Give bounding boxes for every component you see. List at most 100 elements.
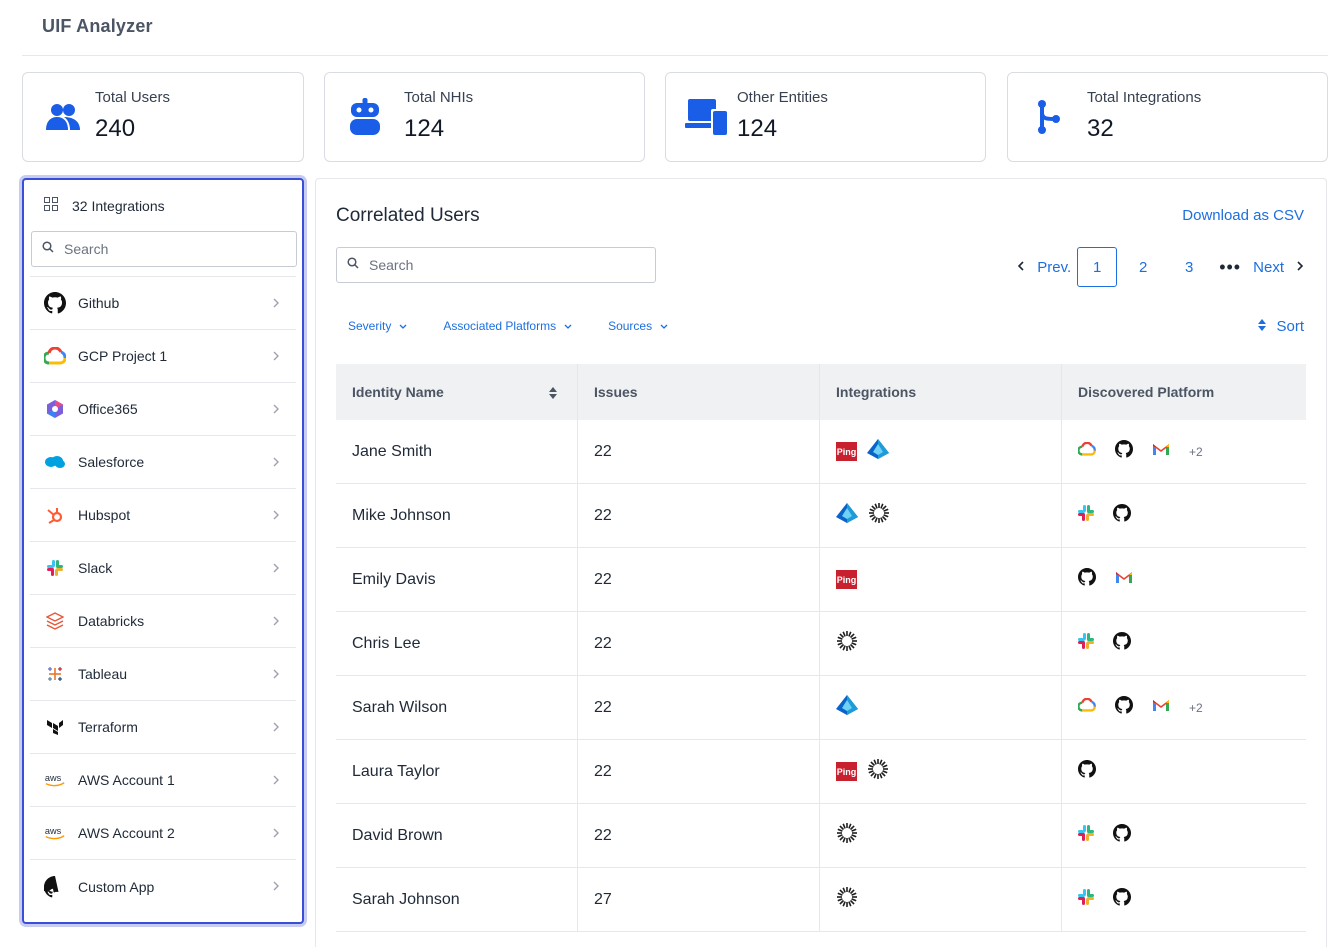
sidebar-item-aws-account-1[interactable]: aws AWS Account 1 <box>30 754 296 807</box>
github-icon <box>1113 888 1131 911</box>
column-label: Identity Name <box>352 384 444 400</box>
sidebar-item-slack[interactable]: Slack <box>30 542 296 595</box>
integration-icons <box>836 695 858 720</box>
table-row[interactable]: Jane Smith 22 Ping +2 <box>336 419 1306 484</box>
identity-name-cell[interactable]: David Brown <box>336 803 578 868</box>
sidebar-item-github[interactable]: Github <box>30 277 296 330</box>
chevron-left-icon <box>1017 259 1025 276</box>
chevron-right-icon <box>272 455 280 473</box>
sidebar-search[interactable] <box>31 231 297 267</box>
sidebar-item-label: Terraform <box>78 719 138 735</box>
stat-value: 240 <box>95 115 136 142</box>
download-csv-link[interactable]: Download as CSV <box>1182 207 1304 224</box>
azure-ad-icon <box>836 695 858 720</box>
sidebar-item-label: Hubspot <box>78 507 131 523</box>
sidebar-item-office365[interactable]: Office365 <box>30 383 296 436</box>
ping-identity-icon: Ping <box>836 570 857 589</box>
gmail-icon <box>1115 570 1133 589</box>
sidebar-item-databricks[interactable]: Databricks <box>30 595 296 648</box>
integration-icons: Ping <box>836 439 889 464</box>
page-1-button[interactable]: 1 <box>1077 247 1118 287</box>
discovered-platform-cell: +2 <box>1062 676 1306 740</box>
table-row[interactable]: David Brown 22 <box>336 803 1306 868</box>
sort-button[interactable]: Sort <box>1258 318 1304 335</box>
title-divider <box>22 55 1328 56</box>
sort-label: Sort <box>1276 318 1304 335</box>
robot-icon <box>345 97 385 137</box>
more-platforms-badge[interactable]: +2 <box>1189 701 1203 715</box>
sidebar-item-tableau[interactable]: Tableau <box>30 648 296 701</box>
table-search[interactable] <box>336 247 656 283</box>
pagination-ellipsis[interactable]: ••• <box>1215 257 1245 278</box>
github-icon <box>1113 824 1131 847</box>
sidebar-item-gcp-project-1[interactable]: GCP Project 1 <box>30 330 296 383</box>
issues-cell: 22 <box>578 547 820 612</box>
page-3-button[interactable]: 3 <box>1169 247 1209 287</box>
filter-sources[interactable]: Sources <box>608 319 668 333</box>
github-icon <box>1113 632 1131 655</box>
chevron-right-icon <box>272 349 280 367</box>
sidebar-item-label: Office365 <box>78 401 138 417</box>
github-icon <box>1078 568 1096 591</box>
sidebar-item-aws-account-2[interactable]: aws AWS Account 2 <box>30 807 296 860</box>
sidebar-search-input[interactable] <box>64 241 264 257</box>
column-header-identity-name[interactable]: Identity Name <box>336 364 578 420</box>
sidebar-item-label: GCP Project 1 <box>78 348 168 364</box>
identity-name-cell[interactable]: Sarah Wilson <box>336 675 578 740</box>
chevron-right-icon <box>272 296 280 314</box>
table-row[interactable]: Chris Lee 22 <box>336 611 1306 676</box>
okta-icon <box>836 630 858 657</box>
integration-icons <box>836 630 858 657</box>
table-search-input[interactable] <box>369 257 629 273</box>
sidebar-item-terraform[interactable]: Terraform <box>30 701 296 754</box>
sidebar-item-label: Custom App <box>78 878 155 895</box>
integration-icons: Ping <box>836 570 857 589</box>
github-icon <box>44 292 66 314</box>
identity-name-cell[interactable]: Sarah Johnson <box>336 867 578 932</box>
identity-name-cell[interactable]: Emily Davis <box>336 547 578 612</box>
slack-icon <box>1078 505 1094 526</box>
stat-label: Total Integrations <box>1087 89 1202 106</box>
platform-icons: +2 <box>1077 696 1203 719</box>
table-row[interactable]: Sarah Wilson 22 +2 <box>336 675 1306 740</box>
terraform-icon <box>44 716 66 738</box>
identity-name-cell[interactable]: Jane Smith <box>336 419 578 484</box>
stat-card-integrations: Total Integrations 32 <box>1007 72 1328 162</box>
platform-icons <box>1078 568 1133 591</box>
svg-text:aws: aws <box>45 826 62 836</box>
integrations-cell <box>820 803 1062 868</box>
table-row[interactable]: Laura Taylor 22 Ping <box>336 739 1306 804</box>
identity-name-cell[interactable]: Mike Johnson <box>336 483 578 548</box>
filter-severity[interactable]: Severity <box>348 319 407 333</box>
sidebar-item-salesforce[interactable]: Salesforce <box>30 436 296 489</box>
prev-page-button[interactable]: Prev. <box>1017 259 1071 276</box>
slack-icon <box>1078 633 1094 654</box>
column-header-issues: Issues <box>578 364 820 420</box>
issues-cell: 27 <box>578 867 820 932</box>
sort-icon[interactable] <box>549 386 557 402</box>
github-icon <box>1078 760 1096 783</box>
tableau-icon <box>44 663 66 685</box>
filter-associated-platforms[interactable]: Associated Platforms <box>443 319 572 333</box>
table-row[interactable]: Sarah Johnson 27 <box>336 867 1306 932</box>
gmail-icon <box>1152 442 1170 461</box>
table-row[interactable]: Emily Davis 22 Ping <box>336 547 1306 612</box>
page-2-button[interactable]: 2 <box>1123 247 1163 287</box>
panel-title: Correlated Users <box>336 205 480 226</box>
discovered-platform-cell <box>1062 804 1306 868</box>
sidebar-header: 32 Integrations <box>44 197 165 214</box>
sidebar-item-label: Github <box>78 295 120 311</box>
chevron-right-icon <box>272 561 280 579</box>
sidebar-item-custom-app[interactable]: Custom App <box>30 860 296 913</box>
github-icon <box>1115 696 1133 719</box>
table-row[interactable]: Mike Johnson 22 <box>336 483 1306 548</box>
identity-name-cell[interactable]: Laura Taylor <box>336 739 578 804</box>
next-page-button[interactable]: Next <box>1253 259 1304 276</box>
chevron-right-icon <box>272 826 280 844</box>
integration-list: Github GCP Project 1 Office365 Salesforc… <box>30 276 296 913</box>
more-platforms-badge[interactable]: +2 <box>1189 445 1203 459</box>
discovered-platform-cell <box>1062 612 1306 676</box>
sidebar-item-label: AWS Account 2 <box>78 825 175 841</box>
sidebar-item-hubspot[interactable]: Hubspot <box>30 489 296 542</box>
identity-name-cell[interactable]: Chris Lee <box>336 611 578 676</box>
